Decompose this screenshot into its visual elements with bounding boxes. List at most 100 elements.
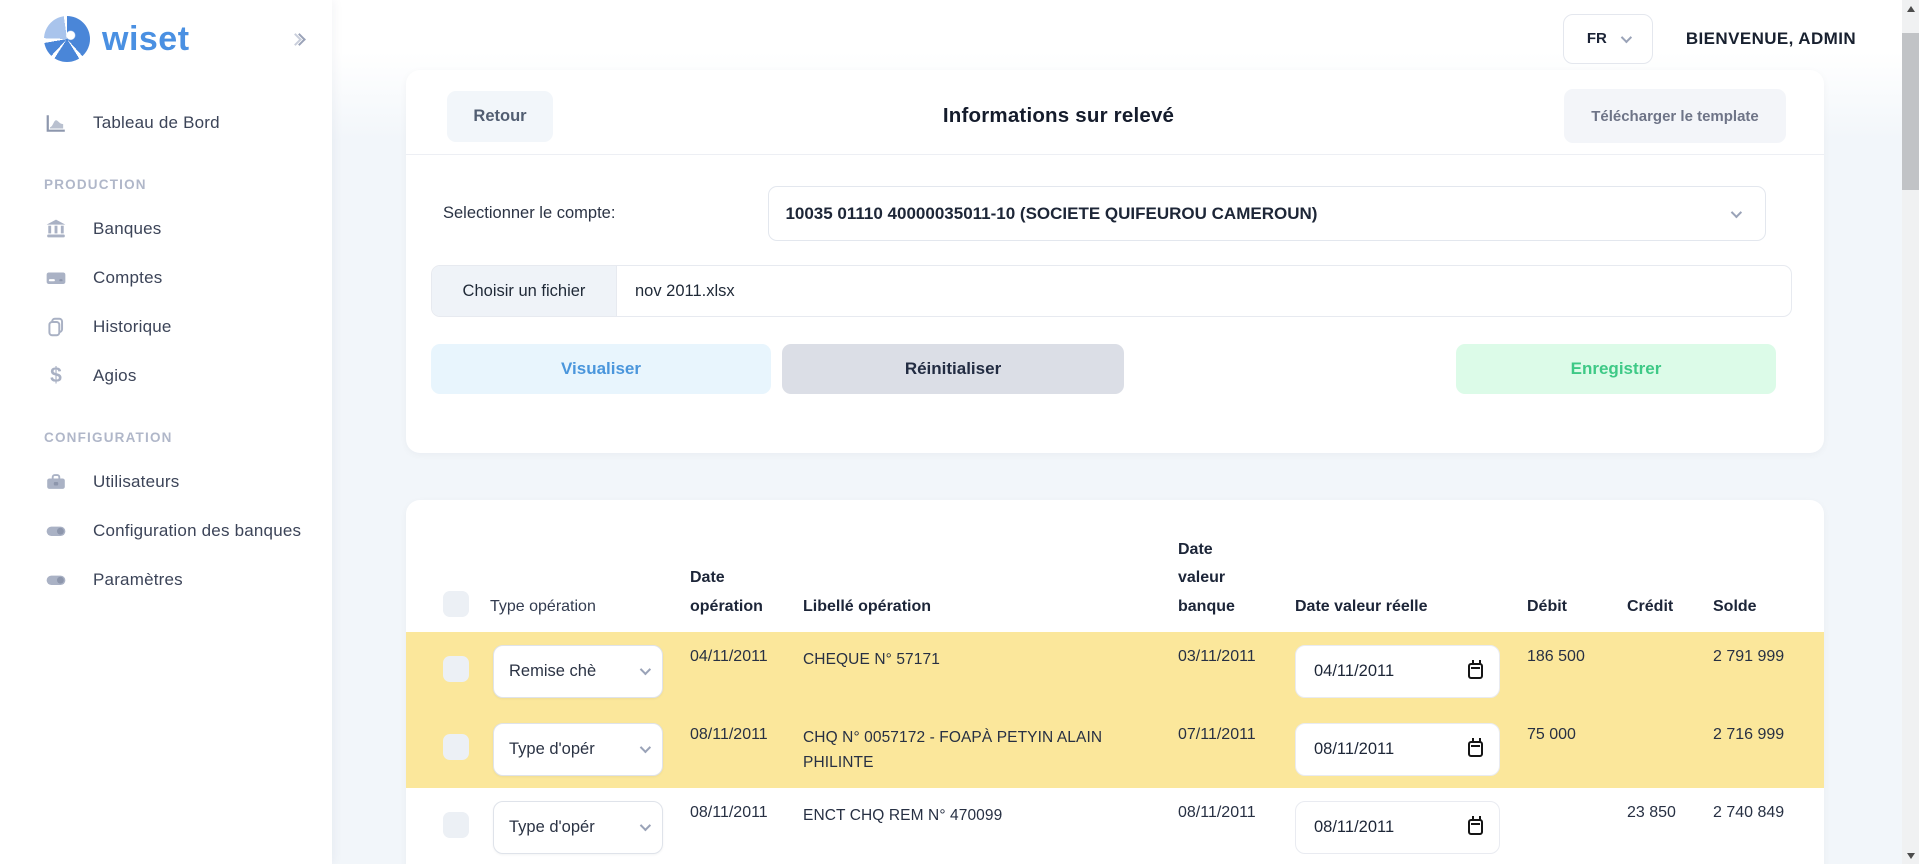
col-header-libelle: Libellé opération — [803, 593, 1178, 622]
chevron-down-icon — [1621, 31, 1632, 42]
dollar-icon: $ — [44, 365, 68, 386]
actions-row: Visualiser Réinitialiser Enregistrer — [406, 344, 1824, 394]
col-header-debit: Débit — [1527, 593, 1627, 622]
col-header-type: Type opération — [490, 593, 690, 622]
account-select[interactable]: 10035 01110 40000035011-10 (SOCIETE QUIF… — [768, 186, 1766, 241]
scroll-down-arrow-icon[interactable] — [1902, 847, 1919, 864]
date-value: 08/11/2011 — [1314, 740, 1394, 759]
chevron-down-icon — [640, 742, 651, 753]
account-select-label: Selectionner le compte: — [443, 204, 615, 223]
sidebar-nav: Tableau de Bord PRODUCTION Banques Compt… — [0, 98, 332, 604]
choose-file-button[interactable]: Choisir un fichier — [432, 266, 617, 316]
cell-solde: 2 740 849 — [1713, 788, 1790, 822]
col-header-date-valeur-reelle: Date valeur réelle — [1295, 593, 1527, 622]
sidebar-item-label: Agios — [93, 366, 137, 386]
account-select-value: 10035 01110 40000035011-10 (SOCIETE QUIF… — [785, 204, 1317, 224]
calendar-icon[interactable] — [1468, 819, 1483, 835]
sidebar-collapse-icon[interactable] — [291, 35, 304, 44]
operation-type-select[interactable]: Type d'opér — [493, 723, 663, 776]
sidebar-item-dashboard[interactable]: Tableau de Bord — [0, 98, 332, 147]
cell-date-operation: 04/11/2011 — [690, 632, 803, 666]
cell-credit: 23 850 — [1627, 788, 1713, 822]
operation-type-value: Type d'opér — [509, 818, 595, 837]
sidebar-item-label: Utilisateurs — [93, 472, 179, 492]
page-title: Informations sur relevé — [553, 104, 1564, 128]
cell-date-valeur-banque: 03/11/2011 — [1178, 632, 1295, 666]
sidebar-item-label: Historique — [93, 317, 172, 337]
visualize-button[interactable]: Visualiser — [431, 344, 771, 394]
chevron-down-icon — [640, 664, 651, 675]
statement-form-card: Retour Informations sur relevé Télécharg… — [406, 70, 1824, 453]
operation-type-select[interactable]: Remise chè — [493, 645, 663, 698]
sidebar-item-historique[interactable]: Historique — [0, 302, 332, 351]
reset-button[interactable]: Réinitialiser — [782, 344, 1124, 394]
cell-date-valeur-banque: 08/11/2011 — [1178, 788, 1295, 822]
date-valeur-reelle-input[interactable]: 08/11/2011 — [1295, 801, 1500, 854]
date-valeur-reelle-input[interactable]: 08/11/2011 — [1295, 723, 1500, 776]
row-checkbox[interactable] — [443, 656, 469, 682]
cell-debit — [1527, 788, 1627, 804]
file-name: nov 2011.xlsx — [635, 282, 735, 301]
sidebar-item-configuration-banques[interactable]: Configuration des banques — [0, 506, 332, 555]
cell-date-operation: 08/11/2011 — [690, 788, 803, 822]
row-checkbox[interactable] — [443, 734, 469, 760]
calendar-icon[interactable] — [1468, 741, 1483, 757]
table-header-row: Type opération Date opération Libellé op… — [406, 500, 1824, 632]
table-row: Type d'opér 08/11/2011 CHQ N° 0057172 - … — [406, 710, 1824, 788]
app-root: wiset Tableau de Bord PRODUCTION Banques — [0, 0, 1919, 864]
vertical-scrollbar[interactable] — [1902, 0, 1919, 864]
operation-type-select[interactable]: Type d'opér — [493, 801, 663, 854]
sidebar-item-label: Comptes — [93, 268, 162, 288]
cell-credit — [1627, 710, 1713, 726]
date-value: 08/11/2011 — [1314, 818, 1394, 837]
save-button[interactable]: Enregistrer — [1456, 344, 1776, 394]
welcome-text: BIENVENUE, ADMIN — [1686, 29, 1856, 49]
sidebar-section-production: PRODUCTION — [0, 177, 332, 192]
sidebar-item-utilisateurs[interactable]: Utilisateurs — [0, 457, 332, 506]
sidebar-item-banques[interactable]: Banques — [0, 204, 332, 253]
cell-debit: 186 500 — [1527, 632, 1627, 666]
calendar-icon[interactable] — [1468, 663, 1483, 679]
cell-date-operation: 08/11/2011 — [690, 710, 803, 744]
sidebar-item-label: Banques — [93, 219, 162, 239]
table-row: Remise chè 04/11/2011 CHEQUE N° 57171 03… — [406, 632, 1824, 710]
download-template-button[interactable]: Télécharger le template — [1564, 89, 1786, 143]
brand-logo[interactable]: wiset — [44, 16, 190, 62]
brand-name: wiset — [102, 20, 190, 59]
scroll-up-arrow-icon[interactable] — [1902, 0, 1919, 17]
toggle-icon — [44, 569, 68, 591]
briefcase-icon — [44, 471, 68, 493]
card-header: Retour Informations sur relevé Télécharg… — [406, 70, 1824, 155]
sidebar-item-agios[interactable]: $ Agios — [0, 351, 332, 400]
cell-solde: 2 716 999 — [1713, 710, 1790, 744]
select-all-checkbox[interactable] — [443, 591, 469, 617]
col-header-date-valeur-banque: Date valeur banque — [1178, 536, 1258, 622]
sidebar: wiset Tableau de Bord PRODUCTION Banques — [0, 0, 332, 864]
scrollbar-thumb[interactable] — [1902, 33, 1919, 190]
main-area: FR BIENVENUE, ADMIN Retour Informations … — [332, 0, 1919, 864]
cell-solde: 2 791 999 — [1713, 632, 1790, 666]
back-button[interactable]: Retour — [447, 91, 553, 142]
cell-libelle: CHEQUE N° 57171 — [803, 632, 1178, 673]
chevron-down-icon — [1731, 206, 1742, 217]
sidebar-item-comptes[interactable]: Comptes — [0, 253, 332, 302]
history-copy-icon — [44, 316, 68, 338]
wiset-pie-logo-icon — [44, 16, 90, 62]
toggle-icon — [44, 520, 68, 542]
sidebar-item-parametres[interactable]: Paramètres — [0, 555, 332, 604]
operation-type-value: Type d'opér — [509, 740, 595, 759]
col-header-credit: Crédit — [1627, 593, 1713, 622]
date-valeur-reelle-input[interactable]: 04/11/2011 — [1295, 645, 1500, 698]
dashboard-chart-icon — [44, 112, 68, 134]
language-selector[interactable]: FR — [1563, 14, 1653, 64]
sidebar-item-label: Paramètres — [93, 570, 183, 590]
row-checkbox[interactable] — [443, 812, 469, 838]
operations-table-card: Type opération Date opération Libellé op… — [406, 500, 1824, 864]
sidebar-section-configuration: CONFIGURATION — [0, 430, 332, 445]
file-input[interactable]: Choisir un fichier nov 2011.xlsx — [431, 265, 1792, 317]
credit-card-icon — [44, 267, 68, 289]
col-header-solde: Solde — [1713, 593, 1790, 622]
bank-icon — [44, 218, 68, 240]
chevron-down-icon — [640, 820, 651, 831]
table-row: Type d'opér 08/11/2011 ENCT CHQ REM N° 4… — [406, 788, 1824, 864]
